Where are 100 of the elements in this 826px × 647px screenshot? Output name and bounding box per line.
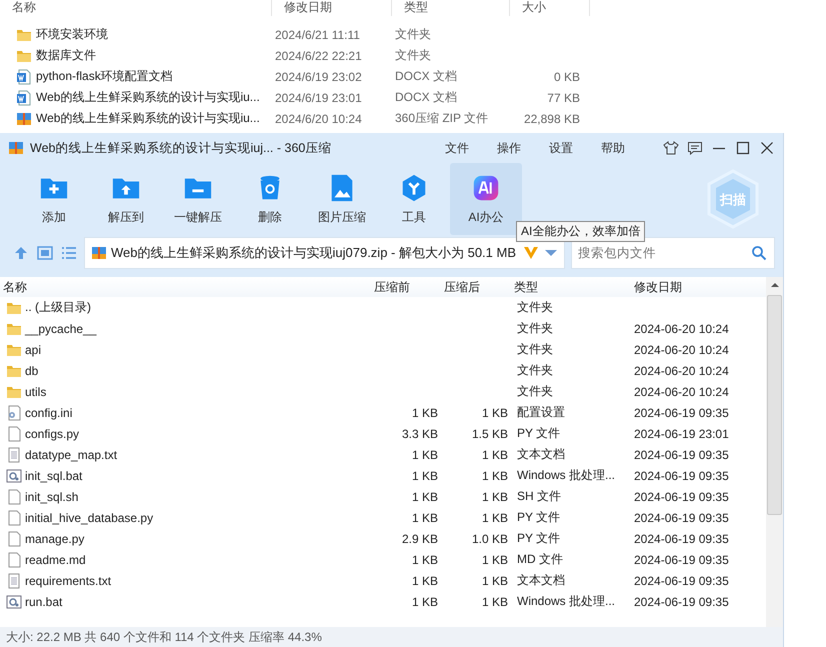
file-type: PY 文件 [516,425,562,442]
file-name[interactable]: datatype_map.txt [25,448,118,462]
column-header[interactable]: 压缩前 [371,278,441,296]
maximize-icon[interactable] [735,140,751,156]
toolbar-button[interactable]: 删除 [234,163,306,235]
modified-date: 2024-06-19 09:35 [633,594,730,608]
file-name[interactable]: __pycache__ [25,322,96,336]
column-header[interactable]: 类型 [511,278,631,296]
file-type: DOCX 文档 [394,89,458,106]
word-document-icon [16,90,32,106]
file-type: 文件夹 [516,383,554,400]
file-name[interactable]: utils [25,384,46,398]
shirt-icon[interactable] [663,140,679,156]
scrollbar[interactable] [766,277,783,627]
original-size: 1 KB [410,552,438,566]
file-name[interactable]: db [25,364,38,378]
compressed-size: 1 KB [480,552,508,566]
file-name[interactable]: python-flask环境配置文档 [36,68,173,85]
file-name[interactable]: config.ini [25,406,72,420]
modified-date: 2024/6/19 23:01 [274,90,363,104]
column-header[interactable]: 大小 [510,0,590,16]
modified-date: 2024/6/22 22:21 [274,48,363,62]
file-name[interactable]: init_sql.bat [25,468,82,482]
text-file-icon [6,572,22,588]
archive-icon [91,245,107,261]
file-type: 文件夹 [516,299,554,316]
menu-item[interactable]: 帮助 [587,140,639,156]
menu-item[interactable]: 设置 [535,140,587,156]
dropdown-arrow-icon[interactable] [544,249,558,257]
modified-date: 2024-06-19 09:35 [633,490,730,504]
file-name[interactable]: configs.py [25,426,80,440]
column-header[interactable]: 修改日期 [631,278,761,296]
file-name[interactable]: api [25,342,42,356]
address-bar[interactable]: Web的线上生鲜采购系统的设计与实现iuj079.zip - 解包大小为 50.1 MB [84,237,565,269]
original-size: 1 KB [410,594,438,608]
column-header[interactable]: 名称 [0,278,371,296]
toolbar-button[interactable]: 一键解压 [162,163,234,235]
compressed-size: 1 KB [480,574,508,588]
original-size: 2.9 KB [400,532,438,546]
blank-file-icon [6,552,22,568]
file-size: 77 KB [546,90,580,104]
file-type: Windows 批处理... [516,467,616,484]
original-size: 1 KB [410,510,438,524]
compressed-size: 1 KB [480,490,508,504]
modified-date: 2024/6/21 11:11 [274,28,361,42]
toolbar-button[interactable]: 工具 [378,163,450,235]
v-logo-icon[interactable] [522,245,540,261]
file-name[interactable]: .. (上级目录) [25,299,91,316]
modified-date: 2024-06-20 10:24 [633,364,730,378]
blank-file-icon [6,488,22,504]
feedback-icon[interactable] [687,140,703,156]
modified-date: 2024-06-19 09:35 [633,468,730,482]
column-header[interactable]: 类型 [392,0,510,16]
file-name[interactable]: 数据库文件 [36,47,96,64]
file-name[interactable]: Web的线上生鲜采购系统的设计与实现iu... [36,110,260,127]
menu-item[interactable]: 文件 [431,140,483,156]
file-name[interactable]: init_sql.sh [25,490,78,504]
menu-item[interactable]: 操作 [483,140,535,156]
blank-file-icon [6,510,22,526]
scroll-up-arrow-icon[interactable] [770,281,780,289]
file-type: Windows 批处理... [516,593,616,610]
toolbar-button[interactable]: AI办公 [450,163,522,235]
column-header[interactable]: 名称 [0,0,272,16]
column-header[interactable]: 压缩后 [441,278,511,296]
tooltip: AI全能办公，效率加倍 [516,221,646,242]
modified-date: 2024-06-20 10:24 [633,322,730,336]
file-type: 文件夹 [394,47,432,64]
file-type: 文件夹 [394,26,432,43]
file-name[interactable]: 环境安装环境 [36,26,108,43]
status-bar: 大小: 22.2 MB 共 640 个文件和 114 个文件夹 压缩率 44.3% [0,627,783,647]
file-name[interactable]: requirements.txt [25,574,112,588]
file-name[interactable]: readme.md [25,552,86,566]
file-name[interactable]: manage.py [25,532,84,546]
text-file-icon [6,446,22,462]
compressed-size: 1 KB [480,510,508,524]
modified-date: 2024-06-19 09:35 [633,448,730,462]
file-name[interactable]: Web的线上生鲜采购系统的设计与实现iu... [36,89,260,106]
toolbar-button[interactable]: 解压到 [90,163,162,235]
original-size: 1 KB [410,448,438,462]
modified-date: 2024-06-19 09:35 [633,510,730,524]
file-type: 文件夹 [516,341,554,358]
compressed-size: 1 KB [480,468,508,482]
file-type: MD 文件 [516,551,564,568]
thumbnail-view-icon[interactable] [36,244,54,262]
close-icon[interactable] [759,140,775,156]
blank-file-icon [6,426,22,442]
list-view-icon[interactable] [60,244,78,262]
file-type: 文件夹 [516,320,554,337]
search-field[interactable]: 搜索包内文件 [571,237,775,269]
file-type: 360压缩 ZIP 文件 [394,110,490,127]
file-size: 0 KB [552,70,580,84]
toolbar-button[interactable]: 图片压缩 [306,163,378,235]
file-name[interactable]: initial_hive_database.py [25,510,154,524]
modified-date: 2024-06-19 09:35 [633,552,730,566]
column-header[interactable]: 修改日期 [272,0,392,16]
file-name[interactable]: run.bat [25,594,62,608]
search-icon[interactable] [751,245,767,261]
file-type: PY 文件 [516,530,562,547]
original-size: 1 KB [410,490,438,504]
toolbar-button[interactable]: 添加 [18,163,90,235]
